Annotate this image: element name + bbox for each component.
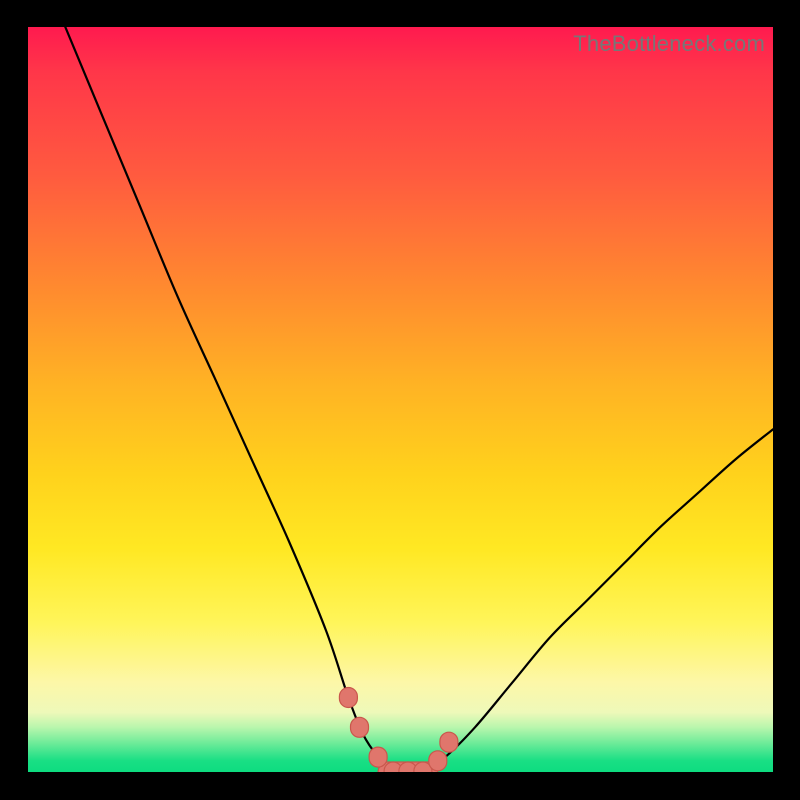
plot-area: TheBottleneck.com (28, 27, 773, 772)
marker-point (429, 751, 447, 771)
marker-point (369, 747, 387, 767)
marker-point (351, 717, 369, 737)
curve-markers (339, 688, 458, 773)
curve-line (65, 27, 773, 772)
bottleneck-curve (28, 27, 773, 772)
marker-point (440, 732, 458, 752)
chart-frame: TheBottleneck.com (0, 0, 800, 800)
marker-point (339, 688, 357, 708)
